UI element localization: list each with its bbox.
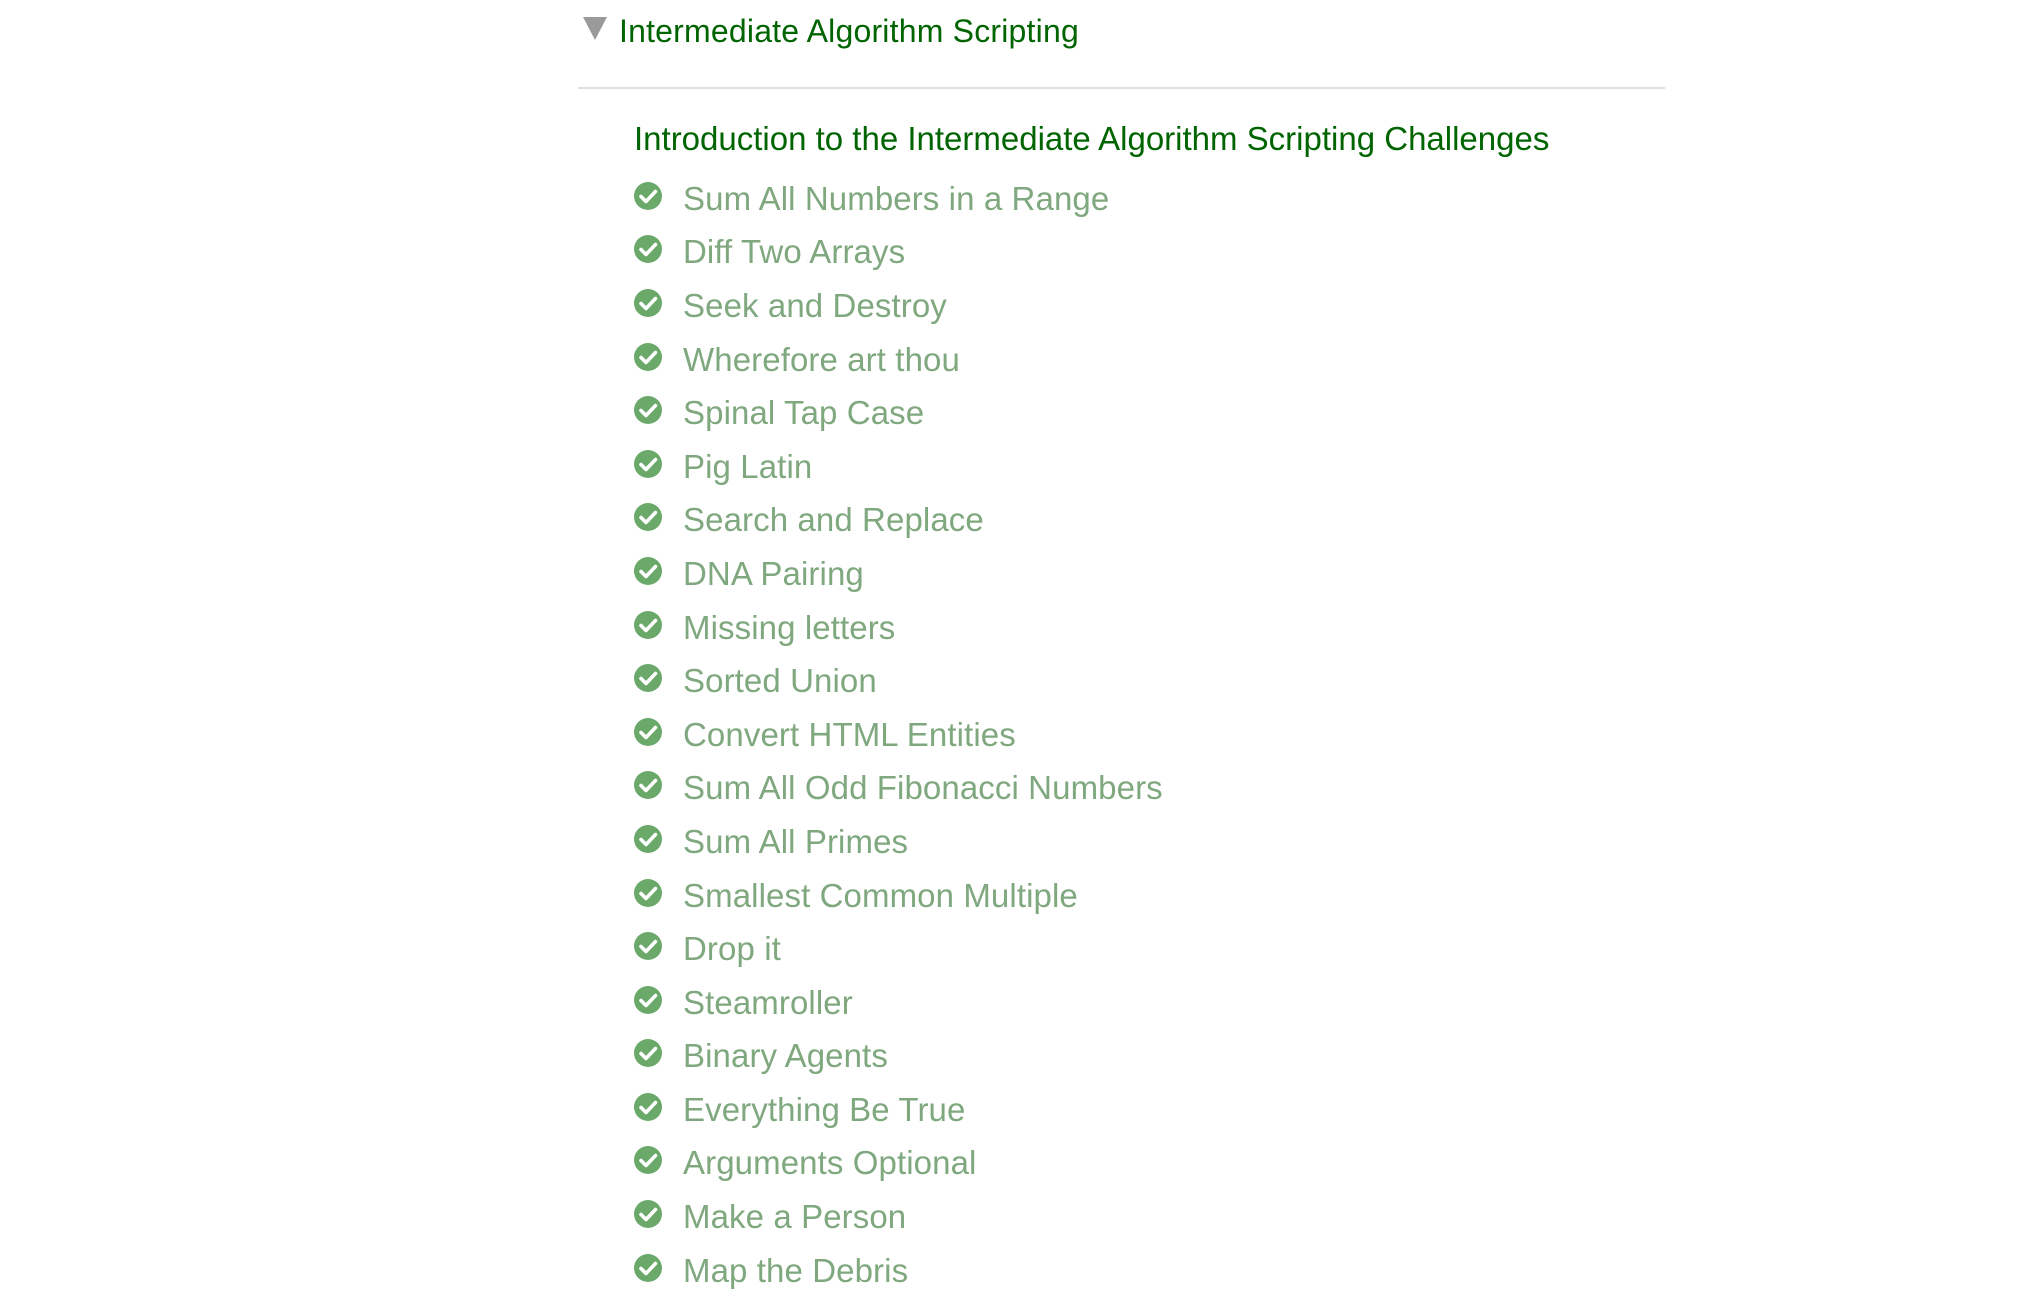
check-circle-icon <box>633 610 663 640</box>
check-circle-icon <box>633 931 663 961</box>
check-circle-icon <box>633 663 663 693</box>
challenge-label[interactable]: Search and Replace <box>683 501 984 539</box>
challenge-label[interactable]: Sum All Primes <box>683 823 908 861</box>
check-circle-icon <box>633 985 663 1015</box>
challenge-item[interactable]: Make a Person <box>633 1190 1163 1244</box>
check-circle-icon <box>633 1145 663 1175</box>
challenge-item[interactable]: Sorted Union <box>633 654 1163 708</box>
challenge-item[interactable]: Seek and Destroy <box>633 279 1163 333</box>
challenge-label[interactable]: Binary Agents <box>683 1037 888 1075</box>
challenge-item[interactable]: Arguments Optional <box>633 1137 1163 1191</box>
check-circle-icon <box>633 1092 663 1122</box>
check-circle-icon <box>633 502 663 532</box>
challenge-item[interactable]: Drop it <box>633 922 1163 976</box>
challenge-item[interactable]: Sum All Odd Fibonacci Numbers <box>633 762 1163 816</box>
challenge-label[interactable]: DNA Pairing <box>683 555 864 593</box>
challenge-item[interactable]: Binary Agents <box>633 1030 1163 1084</box>
challenge-item[interactable]: Wherefore art thou <box>633 333 1163 387</box>
challenge-item[interactable]: Steamroller <box>633 976 1163 1030</box>
challenge-item[interactable]: Sum All Primes <box>633 815 1163 869</box>
challenge-item[interactable]: DNA Pairing <box>633 547 1163 601</box>
challenge-label[interactable]: Arguments Optional <box>683 1144 976 1182</box>
section-divider <box>578 87 1665 89</box>
challenge-item[interactable]: Missing letters <box>633 601 1163 655</box>
caret-down-icon[interactable] <box>583 17 607 40</box>
challenge-label[interactable]: Seek and Destroy <box>683 287 947 325</box>
check-circle-icon <box>633 234 663 264</box>
check-circle-icon <box>633 878 663 908</box>
challenge-label[interactable]: Everything Be True <box>683 1091 965 1129</box>
check-circle-icon <box>633 556 663 586</box>
challenge-list: Sum All Numbers in a Range Diff Two Array… <box>633 172 1163 1297</box>
challenge-label[interactable]: Drop it <box>683 930 781 968</box>
challenge-label[interactable]: Wherefore art thou <box>683 341 960 379</box>
check-circle-icon <box>633 181 663 211</box>
check-circle-icon <box>633 288 663 318</box>
check-circle-icon <box>633 1038 663 1068</box>
check-circle-icon <box>633 342 663 372</box>
check-circle-icon <box>633 1253 663 1283</box>
challenge-item[interactable]: Sum All Numbers in a Range <box>633 172 1163 226</box>
challenge-label[interactable]: Steamroller <box>683 984 853 1022</box>
intermediate-algorithm-section: Intermediate Algorithm Scripting Introdu… <box>578 0 1665 1289</box>
challenge-label[interactable]: Convert HTML Entities <box>683 716 1016 754</box>
section-title[interactable]: Intermediate Algorithm Scripting <box>619 13 1079 50</box>
section-header[interactable]: Intermediate Algorithm Scripting <box>578 0 1665 62</box>
challenge-item[interactable]: Pig Latin <box>633 440 1163 494</box>
check-circle-icon <box>633 1199 663 1229</box>
challenge-label[interactable]: Spinal Tap Case <box>683 394 924 432</box>
challenge-item[interactable]: Convert HTML Entities <box>633 708 1163 762</box>
challenge-label[interactable]: Missing letters <box>683 609 895 647</box>
challenge-item[interactable]: Everything Be True <box>633 1083 1163 1137</box>
challenge-label[interactable]: Sum All Numbers in a Range <box>683 180 1109 218</box>
challenge-item[interactable]: Diff Two Arrays <box>633 226 1163 280</box>
challenge-item[interactable]: Spinal Tap Case <box>633 386 1163 440</box>
challenge-label[interactable]: Diff Two Arrays <box>683 233 905 271</box>
challenge-label[interactable]: Make a Person <box>683 1198 906 1236</box>
challenge-item[interactable]: Smallest Common Multiple <box>633 869 1163 923</box>
check-circle-icon <box>633 770 663 800</box>
challenge-label[interactable]: Sum All Odd Fibonacci Numbers <box>683 769 1163 807</box>
check-circle-icon <box>633 824 663 854</box>
check-circle-icon <box>633 717 663 747</box>
check-circle-icon <box>633 449 663 479</box>
challenge-item[interactable]: Search and Replace <box>633 494 1163 548</box>
challenge-label[interactable]: Smallest Common Multiple <box>683 877 1078 915</box>
challenge-label[interactable]: Pig Latin <box>683 448 812 486</box>
check-circle-icon <box>633 395 663 425</box>
intro-challenge-link[interactable]: Introduction to the Intermediate Algorit… <box>634 120 1549 158</box>
challenge-label[interactable]: Map the Debris <box>683 1252 908 1290</box>
challenge-item[interactable]: Map the Debris <box>633 1244 1163 1298</box>
challenge-label[interactable]: Sorted Union <box>683 662 877 700</box>
